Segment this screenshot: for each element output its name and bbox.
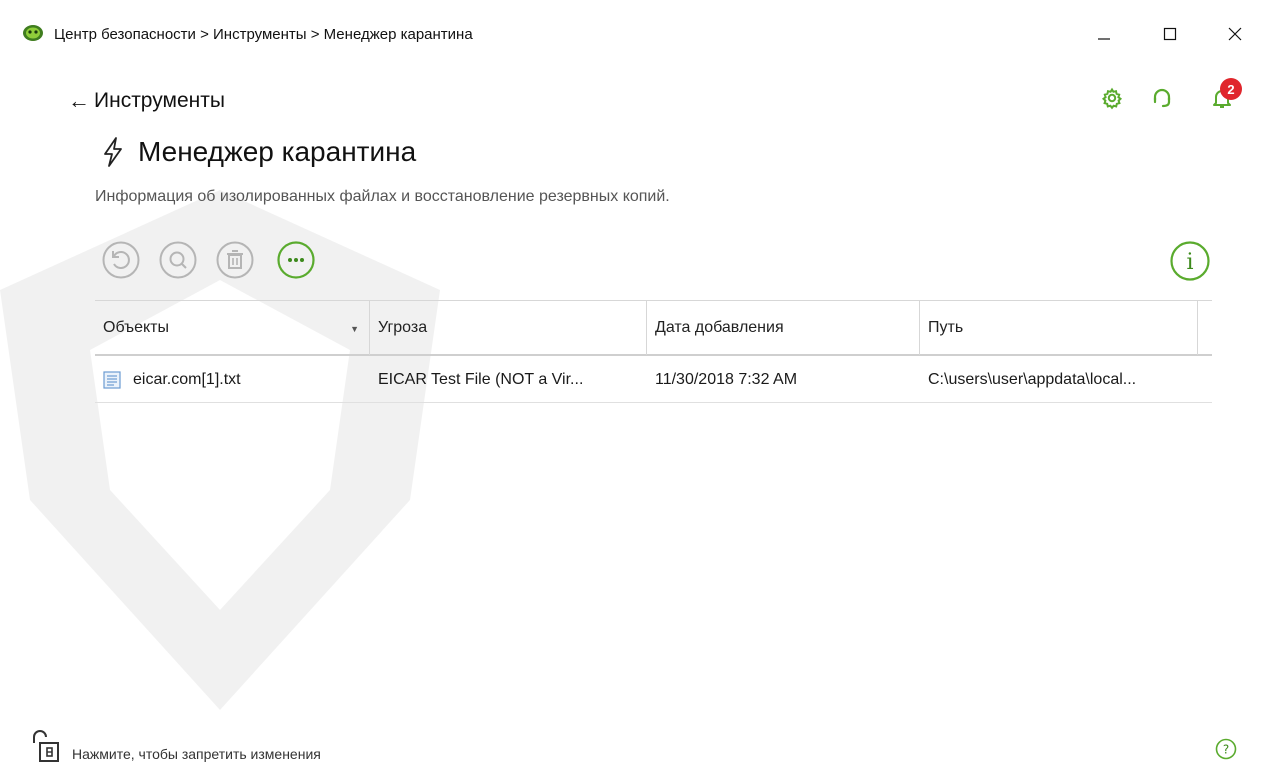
minimize-button[interactable]: [1084, 14, 1124, 54]
window-title: Центр безопасности > Инструменты > Менед…: [54, 26, 473, 43]
column-header-threat[interactable]: Угроза: [370, 301, 647, 355]
scan-button[interactable]: [159, 241, 197, 279]
column-header-path[interactable]: Путь: [920, 301, 1198, 355]
close-button[interactable]: [1215, 14, 1255, 54]
cell-object: eicar.com[1].txt: [95, 356, 370, 403]
threat-name: EICAR Test File (NOT a Vir...: [378, 370, 584, 388]
unlocked-padlock-icon: [33, 730, 59, 762]
table-row[interactable]: eicar.com[1].txt EICAR Test File (NOT a …: [95, 356, 1212, 403]
restore-icon: [102, 241, 140, 279]
object-name: eicar.com[1].txt: [133, 370, 241, 388]
title-bar: Центр безопасности > Инструменты > Менед…: [0, 0, 1272, 68]
column-label: Угроза: [378, 319, 428, 336]
cell-path: C:\users\user\appdata\local...: [920, 356, 1212, 403]
support-button[interactable]: [1146, 82, 1178, 114]
lock-label: Нажмите, чтобы запретить изменения: [72, 746, 321, 762]
minimize-icon: [1098, 38, 1110, 40]
column-header-objects[interactable]: Объекты ▼: [95, 301, 370, 355]
arrow-left-icon: ←: [68, 88, 90, 113]
delete-button[interactable]: [216, 241, 254, 279]
lightning-icon: [104, 137, 122, 167]
headset-icon: [1153, 88, 1171, 108]
help-icon: ?: [1215, 738, 1237, 760]
trash-icon: [216, 241, 254, 279]
page-title: Менеджер карантина: [138, 136, 417, 167]
notification-count-badge: 2: [1220, 78, 1242, 100]
table-header: Объекты ▼ Угроза Дата добавления Путь: [95, 300, 1212, 356]
column-header-date[interactable]: Дата добавления: [647, 301, 920, 355]
back-label: Инструменты: [94, 89, 225, 112]
date-added: 11/30/2018 7:32 AM: [655, 370, 798, 388]
text-file-icon: [103, 370, 121, 389]
lock-settings-button[interactable]: Нажмите, чтобы запретить изменения: [30, 729, 321, 763]
column-label: Объекты: [103, 319, 169, 336]
more-icon: [277, 241, 315, 279]
column-label: Путь: [928, 319, 964, 336]
maximize-icon: [1163, 27, 1177, 41]
file-path: C:\users\user\appdata\local...: [928, 370, 1137, 388]
sort-down-icon: ▼: [350, 324, 359, 334]
cell-threat: EICAR Test File (NOT a Vir...: [370, 356, 647, 403]
more-button[interactable]: [277, 241, 315, 279]
svg-text:?: ?: [1223, 743, 1229, 757]
maximize-button[interactable]: [1150, 14, 1190, 54]
column-label: Дата добавления: [655, 319, 784, 336]
back-link[interactable]: ← Инструменты: [68, 89, 225, 113]
info-button[interactable]: i: [1170, 241, 1210, 281]
close-icon: [1228, 27, 1242, 41]
info-icon: i: [1170, 241, 1210, 281]
app-logo-icon: [23, 25, 43, 41]
gear-icon: [1101, 87, 1123, 110]
app-window: Центр безопасности > Инструменты > Менед…: [0, 0, 1272, 771]
cell-date: 11/30/2018 7:32 AM: [647, 356, 920, 403]
quarantine-table: Объекты ▼ Угроза Дата добавления Путь ei…: [95, 300, 1212, 403]
help-button[interactable]: ?: [1215, 738, 1237, 760]
page-heading: Менеджер карантина: [100, 136, 416, 168]
restore-button[interactable]: [102, 241, 140, 279]
settings-button[interactable]: [1096, 82, 1128, 114]
page-description: Информация об изолированных файлах и вос…: [95, 188, 670, 205]
search-icon: [159, 241, 197, 279]
svg-text:i: i: [1186, 250, 1193, 275]
